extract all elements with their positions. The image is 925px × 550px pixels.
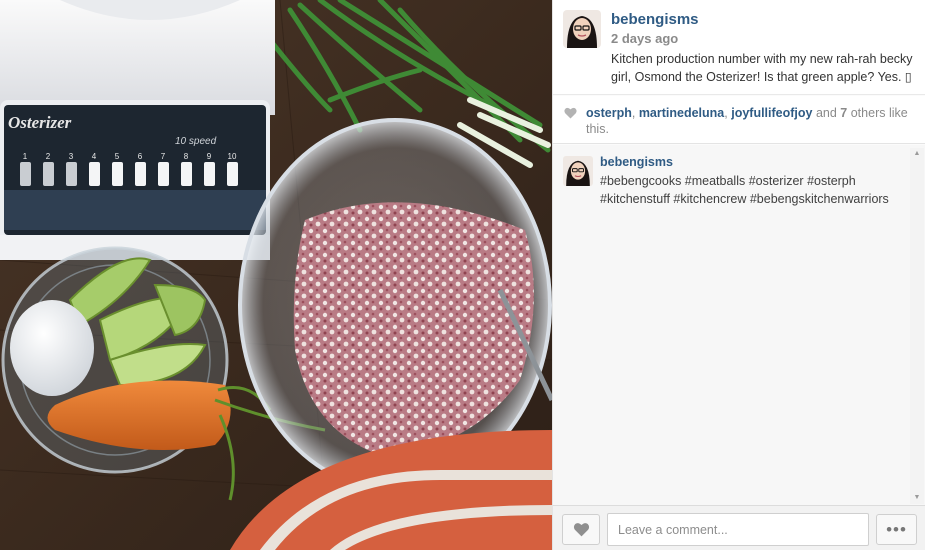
post-photo[interactable]: Osterizer 10 speed 1 2 3 4 5 6 7 8 9 10 bbox=[0, 0, 552, 550]
heart-icon bbox=[564, 107, 577, 119]
heart-icon bbox=[573, 523, 589, 537]
likes-separator: , bbox=[724, 106, 728, 120]
post-caption: Kitchen production number with my new ra… bbox=[611, 52, 913, 84]
avatar[interactable] bbox=[563, 10, 601, 48]
blender-button bbox=[66, 162, 77, 186]
blender-button bbox=[112, 162, 123, 186]
comment-footer: ••• bbox=[553, 505, 925, 550]
blender: Osterizer 10 speed 1 2 3 4 5 6 7 8 9 10 bbox=[0, 0, 275, 260]
comment-item: bebengisms #bebengcooks #meatballs #oste… bbox=[553, 145, 905, 215]
blender-button bbox=[89, 162, 100, 186]
blender-button-number: 3 bbox=[69, 152, 74, 161]
blender-button bbox=[227, 162, 238, 186]
likes-and-text: and bbox=[815, 106, 837, 120]
likes-row: osterph, martinedeluna, joyfullifeofjoy … bbox=[553, 96, 925, 144]
more-options-icon[interactable]: ••• bbox=[876, 514, 917, 545]
comment-avatar[interactable] bbox=[563, 156, 593, 186]
blender-button-number: 7 bbox=[161, 152, 166, 161]
avatar-image bbox=[563, 156, 593, 186]
avatar-image bbox=[563, 10, 601, 48]
blender-button bbox=[20, 162, 31, 186]
blender-speed-text: 10 speed bbox=[175, 136, 217, 147]
comment-text: #bebengcooks #meatballs #osterizer #oste… bbox=[600, 174, 889, 206]
scroll-up-icon[interactable]: ▲ bbox=[910, 148, 924, 160]
blender-button-number: 6 bbox=[138, 152, 143, 161]
blender-button bbox=[43, 162, 54, 186]
liker-link[interactable]: martinedeluna bbox=[639, 106, 724, 120]
liker-link[interactable]: osterph bbox=[586, 106, 632, 120]
post-header: bebengisms 2 days ago Kitchen production… bbox=[553, 0, 925, 95]
likes-separator: , bbox=[631, 106, 636, 120]
liker-link[interactable]: joyfullifeofjoy bbox=[731, 106, 812, 120]
post-timestamp[interactable]: 2 days ago bbox=[611, 31, 678, 46]
post-username[interactable]: bebengisms bbox=[611, 11, 699, 28]
egg bbox=[10, 300, 94, 396]
scrollbar-track[interactable] bbox=[913, 162, 921, 490]
blender-button bbox=[135, 162, 146, 186]
comments-scrollbar[interactable]: ▲ ▼ bbox=[910, 148, 924, 504]
blender-button-number: 4 bbox=[92, 152, 97, 161]
blender-button bbox=[204, 162, 215, 186]
photo-illustration: Osterizer 10 speed 1 2 3 4 5 6 7 8 9 10 bbox=[0, 0, 552, 550]
blender-brand-text: Osterizer bbox=[8, 113, 72, 132]
others-count[interactable]: 7 bbox=[840, 106, 847, 120]
comment-input[interactable] bbox=[607, 513, 869, 546]
like-button[interactable] bbox=[562, 514, 600, 545]
blender-button-number: 5 bbox=[115, 152, 120, 161]
scroll-down-icon[interactable]: ▼ bbox=[910, 492, 924, 504]
blender-button-number: 10 bbox=[228, 152, 237, 161]
comment-username[interactable]: bebengisms bbox=[600, 155, 673, 169]
blender-button bbox=[181, 162, 192, 186]
blender-button-number: 1 bbox=[23, 152, 28, 161]
post-sidebar: bebengisms 2 days ago Kitchen production… bbox=[552, 0, 925, 550]
likes-text: osterph, martinedeluna, joyfullifeofjoy … bbox=[586, 105, 916, 137]
blender-button-number: 9 bbox=[207, 152, 212, 161]
blender-button-number: 2 bbox=[46, 152, 51, 161]
blender-button-number: 8 bbox=[184, 152, 189, 161]
instagram-post-viewer: Osterizer 10 speed 1 2 3 4 5 6 7 8 9 10 bbox=[0, 0, 925, 550]
blender-button bbox=[158, 162, 169, 186]
comments-list[interactable]: bebengisms #bebengcooks #meatballs #oste… bbox=[553, 145, 925, 505]
